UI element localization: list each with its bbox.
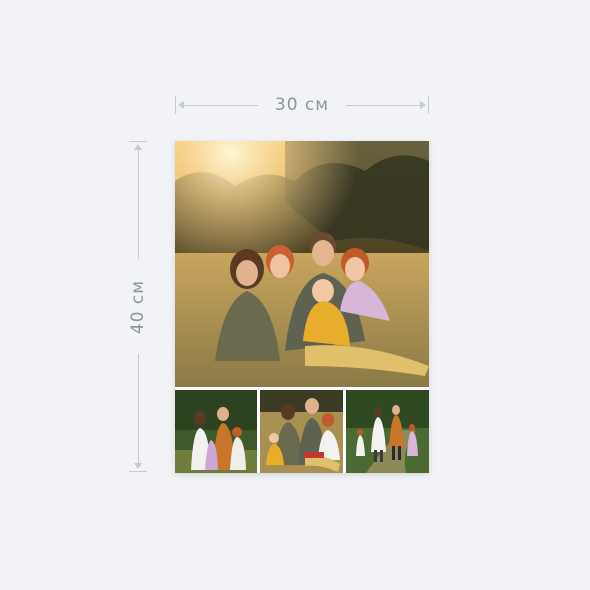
height-tick-top	[129, 141, 147, 142]
height-dimension: 40 см	[127, 141, 149, 472]
height-line-top	[138, 149, 139, 259]
main-family-photo	[175, 141, 429, 387]
height-label: 40 см	[128, 279, 148, 335]
arrow-down-icon	[134, 463, 142, 469]
height-line-bottom	[138, 354, 139, 464]
small-photo-1	[175, 390, 257, 473]
width-tick-right	[428, 96, 429, 114]
width-line-right	[346, 105, 421, 106]
small-photo-2	[260, 390, 343, 473]
width-dimension: 30 см	[175, 94, 429, 116]
small-photo-3	[346, 390, 429, 473]
arrow-right-icon	[420, 101, 426, 109]
photo-collage-canvas	[175, 141, 429, 473]
height-tick-bottom	[129, 471, 147, 472]
